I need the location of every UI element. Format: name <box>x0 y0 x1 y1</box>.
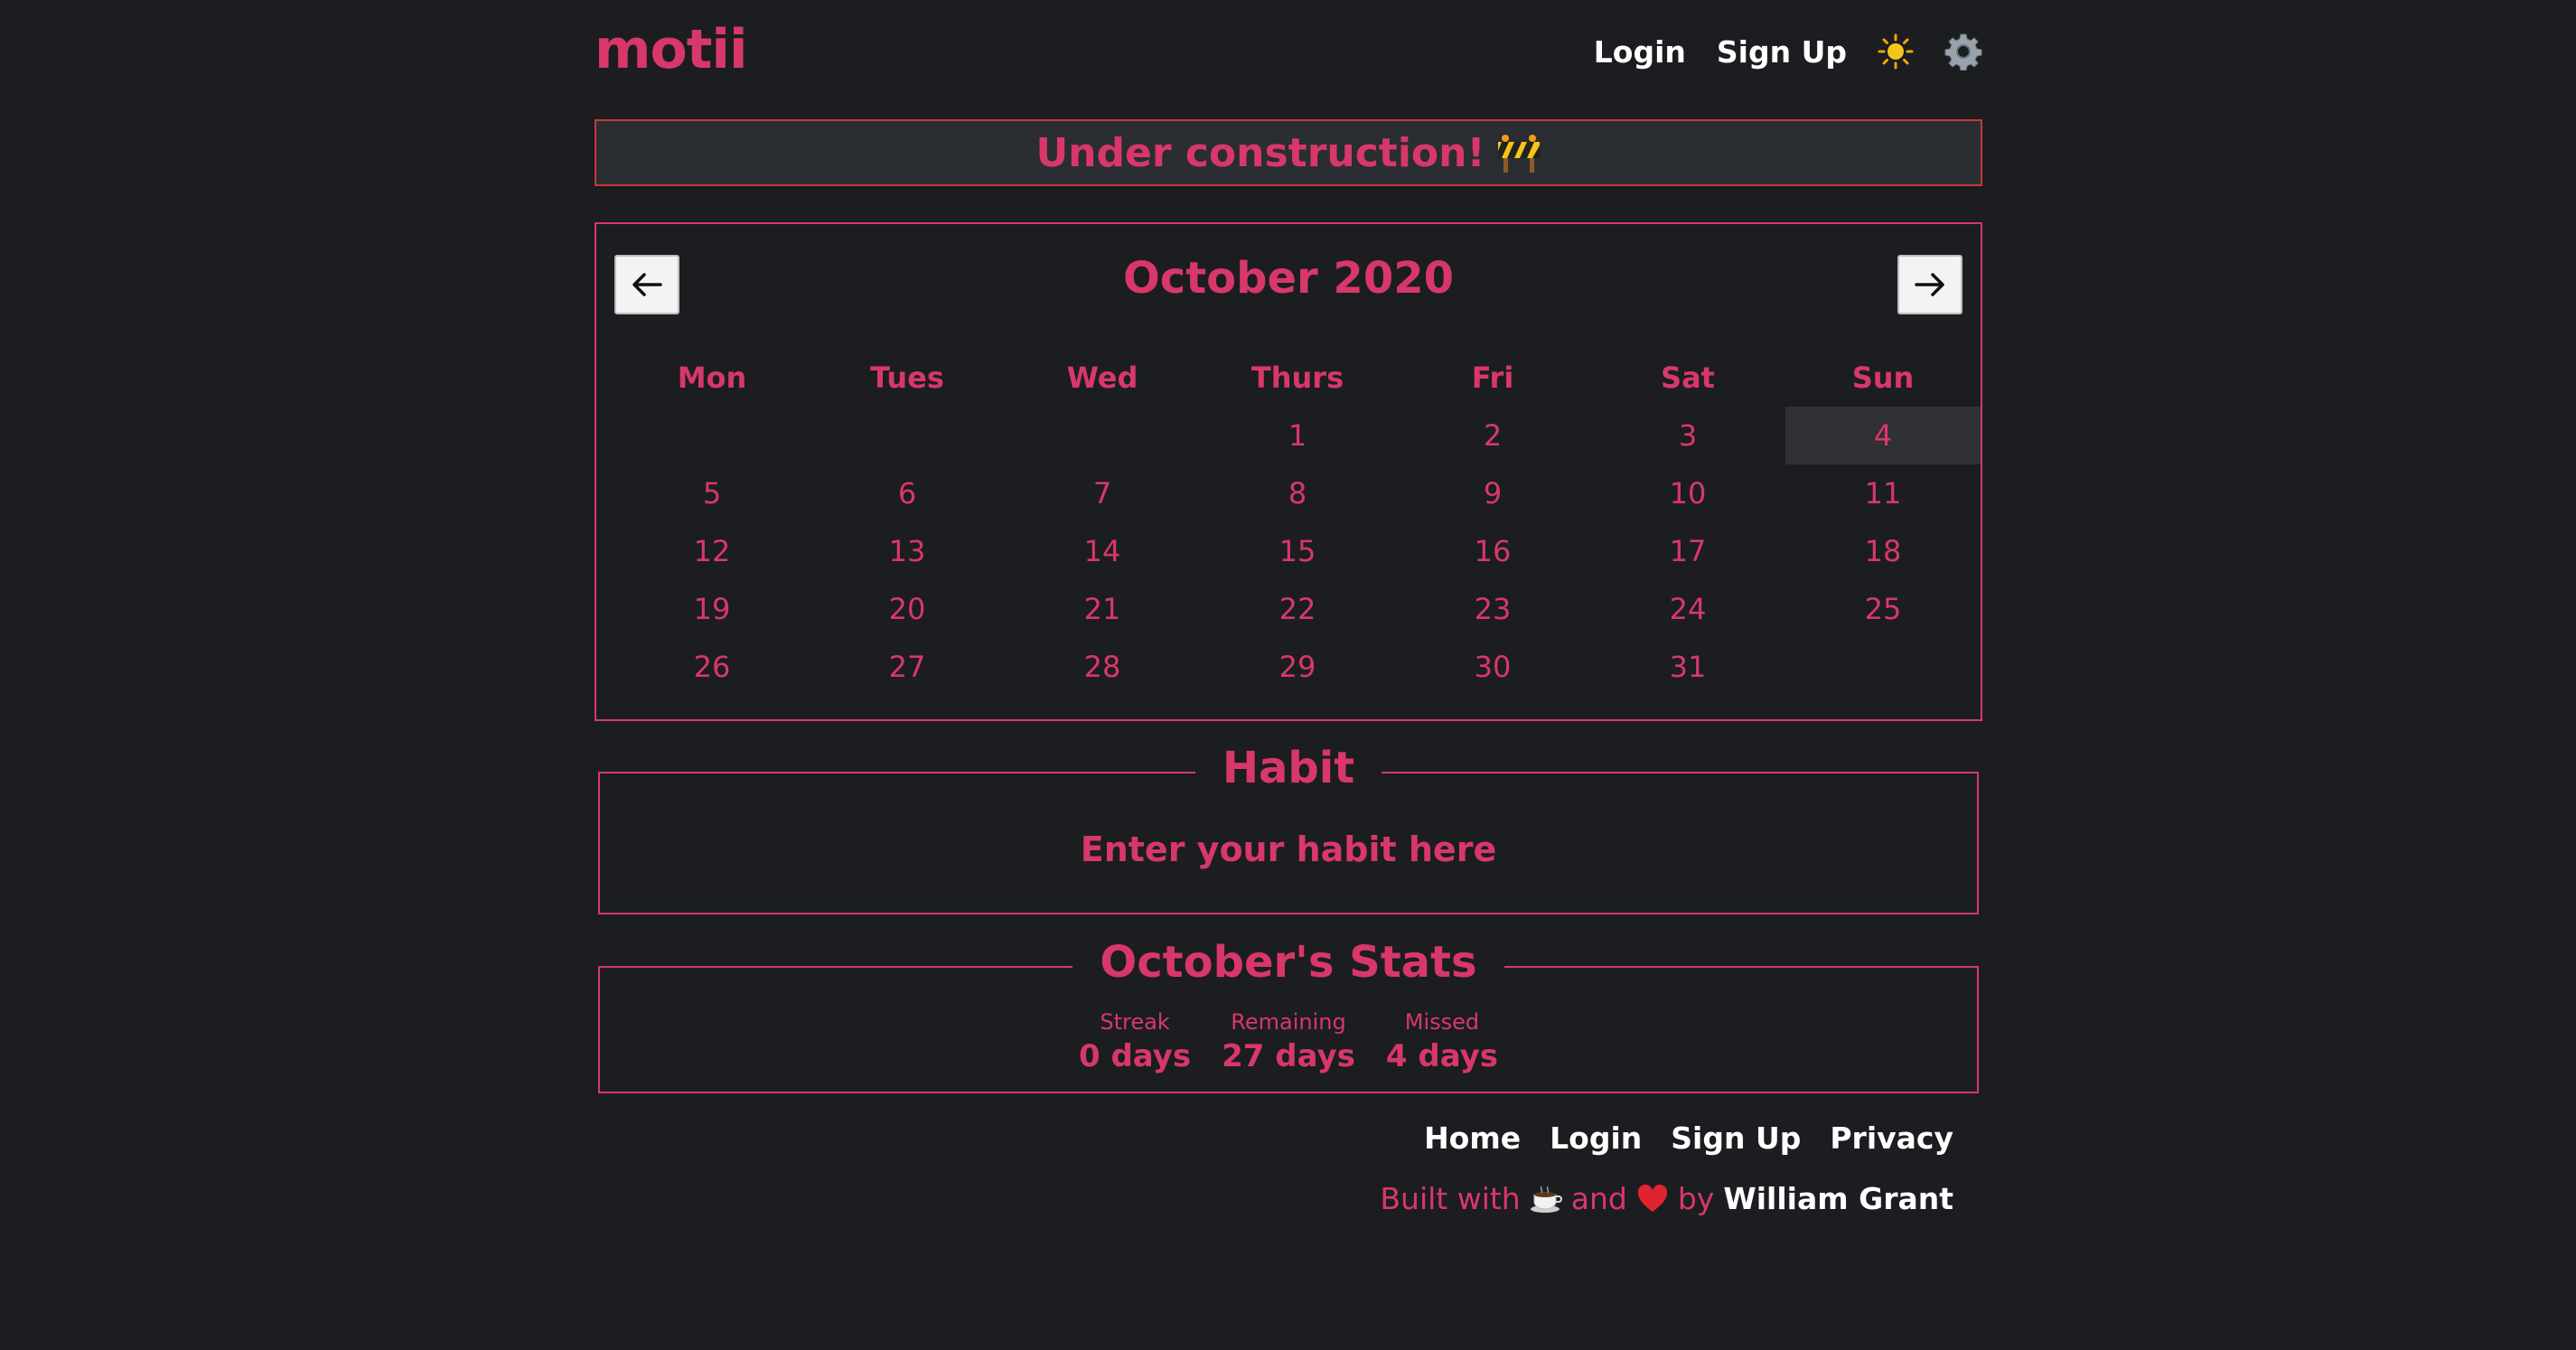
construction-banner: Under construction! <box>595 119 1982 186</box>
stat-value: 4 days <box>1385 1038 1499 1074</box>
footer-privacy-link[interactable]: Privacy <box>1830 1120 1953 1156</box>
calendar-grid: Mon Tues Wed Thurs Fri Sat Sun 1 2 3 4 5 6 7 8 9 10 11 12… <box>614 349 1981 696</box>
calendar-day[interactable]: 20 <box>810 580 1005 638</box>
calendar-week-row: 5 6 7 8 9 10 11 <box>614 464 1981 522</box>
header: motii Login Sign Up <box>595 0 1982 108</box>
calendar-day[interactable]: 21 <box>1005 580 1200 638</box>
login-link[interactable]: Login <box>1594 34 1686 70</box>
calendar-day[interactable]: 5 <box>614 464 810 522</box>
calendar-day[interactable]: 11 <box>1785 464 1981 522</box>
calendar-day[interactable]: 16 <box>1395 522 1590 580</box>
calendar-empty-cell <box>614 407 810 464</box>
stat-value: 27 days <box>1222 1038 1355 1074</box>
coffee-icon <box>1530 1184 1562 1214</box>
weekday-label: Sat <box>1661 361 1715 395</box>
calendar-week-row: 12 13 14 15 16 17 18 <box>614 522 1981 580</box>
calendar-day[interactable]: 31 <box>1590 638 1785 696</box>
calendar-day[interactable]: 17 <box>1590 522 1785 580</box>
calendar-day[interactable]: 28 <box>1005 638 1200 696</box>
footer-home-link[interactable]: Home <box>1424 1120 1521 1156</box>
weekday-header: Mon Tues Wed Thurs Fri Sat Sun <box>614 349 1981 407</box>
calendar-day[interactable]: 1 <box>1200 407 1395 464</box>
habit-legend: Habit <box>1194 743 1382 793</box>
calendar-day[interactable]: 26 <box>614 638 810 696</box>
weekday-label: Mon <box>677 361 747 395</box>
signup-link[interactable]: Sign Up <box>1717 34 1847 70</box>
calendar-day[interactable]: 25 <box>1785 580 1981 638</box>
stats-section: October's Stats Streak 0 days Remaining … <box>598 937 1979 1093</box>
calendar-day[interactable]: 6 <box>810 464 1005 522</box>
calendar-day[interactable]: 24 <box>1590 580 1785 638</box>
arrow-right-icon <box>1915 273 1944 296</box>
heart-icon <box>1636 1184 1669 1214</box>
calendar-day[interactable]: 8 <box>1200 464 1395 522</box>
weekday-label: Sun <box>1851 361 1915 395</box>
footer-signup-link[interactable]: Sign Up <box>1671 1120 1801 1156</box>
footer-nav: Home Login Sign Up Privacy <box>1424 1120 1953 1156</box>
calendar-day[interactable]: 22 <box>1200 580 1395 638</box>
credit-by: by <box>1677 1181 1715 1216</box>
stat-streak: Streak 0 days <box>1079 1009 1191 1074</box>
credit-and: and <box>1570 1181 1627 1216</box>
stat-value: 0 days <box>1078 1038 1192 1074</box>
stat-remaining: Remaining 27 days <box>1222 1009 1355 1074</box>
calendar-day[interactable]: 13 <box>810 522 1005 580</box>
banner-text: Under construction! <box>1035 129 1485 176</box>
logo[interactable]: motii <box>595 18 748 81</box>
stats-row: Streak 0 days Remaining 27 days Missed 4… <box>600 1009 1977 1074</box>
sun-icon[interactable] <box>1878 33 1914 70</box>
calendar-day[interactable]: 23 <box>1395 580 1590 638</box>
calendar-week-row: 1234 <box>614 407 1981 464</box>
calendar: October 2020 Mon Tues Wed Thurs Fri Sat Sun 12… <box>595 222 1982 721</box>
stats-legend: October's Stats <box>1073 937 1504 988</box>
stat-missed: Missed 4 days <box>1386 1009 1498 1074</box>
calendar-day[interactable]: 27 <box>810 638 1005 696</box>
habit-section: Habit Enter your habit here <box>598 743 1979 914</box>
footer-credit: Built with and by William Grant <box>1380 1181 1953 1216</box>
calendar-week-row: 26 27 28 29 30 31 <box>614 638 1981 696</box>
calendar-day[interactable]: 19 <box>614 580 810 638</box>
calendar-week-row: 19 20 21 22 23 24 25 <box>614 580 1981 638</box>
calendar-empty-cell <box>810 407 1005 464</box>
stat-label: Missed <box>1404 1009 1480 1035</box>
header-nav: Login Sign Up <box>1594 33 1982 71</box>
weekday-label: Tues <box>870 361 944 395</box>
calendar-day[interactable]: 4 <box>1785 407 1981 464</box>
calendar-day[interactable]: 29 <box>1200 638 1395 696</box>
calendar-day[interactable]: 2 <box>1395 407 1590 464</box>
next-month-button[interactable] <box>1897 255 1962 314</box>
calendar-day[interactable]: 9 <box>1395 464 1590 522</box>
calendar-day[interactable]: 3 <box>1590 407 1785 464</box>
page: motii Login Sign Up Under construction! … <box>595 0 1982 1216</box>
stat-label: Streak <box>1100 1009 1170 1035</box>
calendar-empty-cell <box>1005 407 1200 464</box>
calendar-day[interactable]: 12 <box>614 522 810 580</box>
habit-input[interactable]: Enter your habit here <box>600 830 1977 869</box>
weekday-label: Fri <box>1471 361 1514 395</box>
credit-prefix: Built with <box>1380 1181 1521 1216</box>
calendar-day[interactable]: 15 <box>1200 522 1395 580</box>
gear-icon[interactable] <box>1944 33 1982 71</box>
footer-login-link[interactable]: Login <box>1550 1120 1642 1156</box>
calendar-title: October 2020 <box>1122 253 1455 304</box>
calendar-day[interactable]: 7 <box>1005 464 1200 522</box>
construction-barrier-icon <box>1496 131 1541 174</box>
calendar-day[interactable]: 10 <box>1590 464 1785 522</box>
author-link[interactable]: William Grant <box>1723 1181 1953 1216</box>
stat-label: Remaining <box>1231 1009 1346 1035</box>
calendar-day[interactable]: 18 <box>1785 522 1981 580</box>
calendar-day[interactable]: 30 <box>1395 638 1590 696</box>
calendar-day[interactable]: 14 <box>1005 522 1200 580</box>
weekday-label: Thurs <box>1251 361 1344 395</box>
calendar-empty-cell <box>1785 638 1981 696</box>
weekday-label: Wed <box>1066 361 1138 395</box>
